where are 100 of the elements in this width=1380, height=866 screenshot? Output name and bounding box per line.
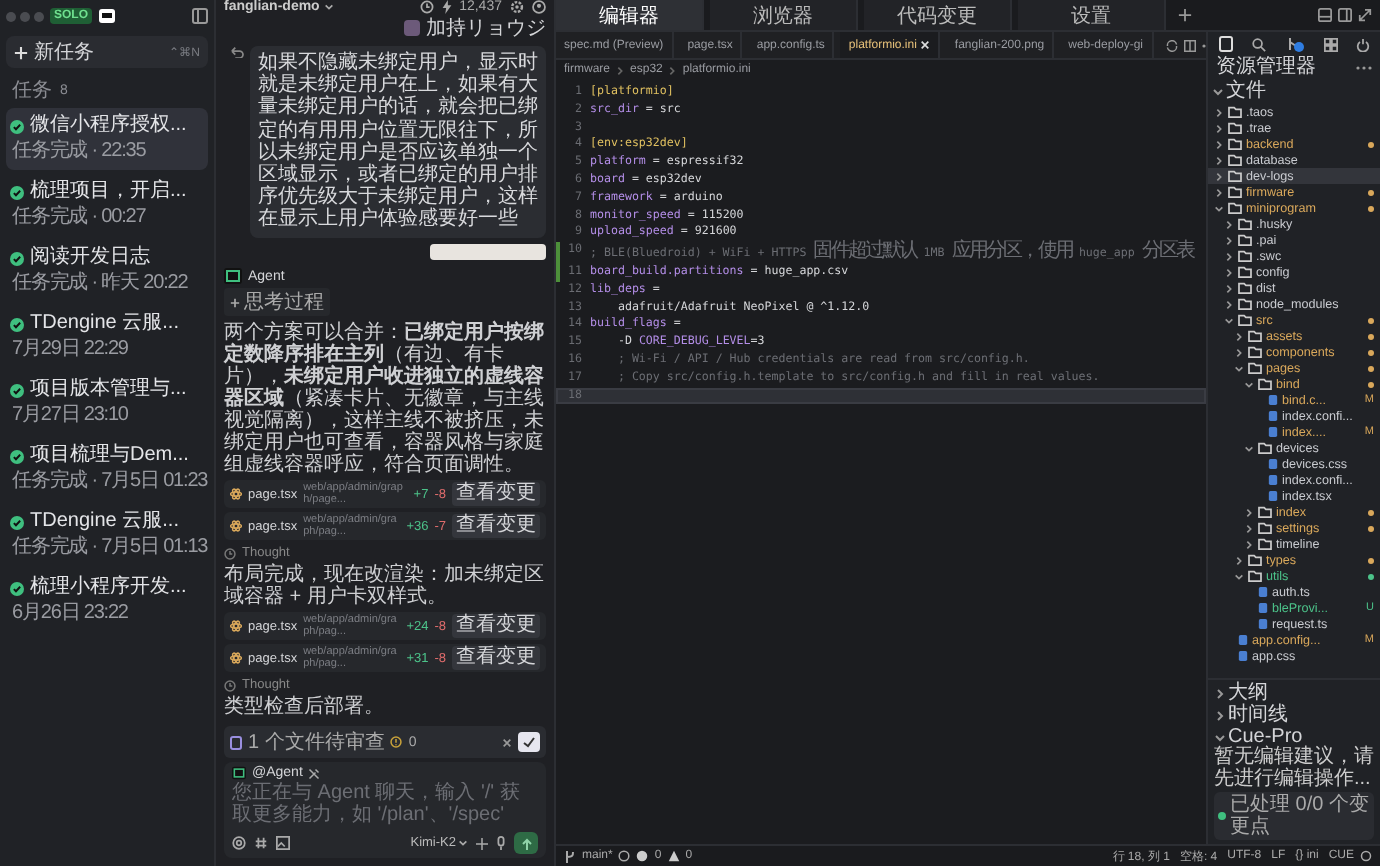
user-message: 如果不隐藏未绑定用户，显示时就是未绑定用户在上，如果有大量未绑定用户的话，就会把已绑定的有用用户位置无限往下，所以未绑定用户是否应该单独一个区域显示，或者已绑定的用户排序优先级大于未绑定用户，这样在显示上用户体验感要好一些 bbox=[250, 46, 546, 238]
check-circle-icon bbox=[10, 251, 24, 265]
folder-icon bbox=[1258, 442, 1272, 454]
notification-icon[interactable] bbox=[1360, 850, 1372, 862]
hash-icon[interactable] bbox=[254, 836, 268, 850]
agent-message: 类型检查后部署。 bbox=[224, 696, 386, 718]
extensions-icon[interactable] bbox=[1323, 37, 1338, 51]
panel-section-header[interactable]: 时间线 bbox=[1228, 704, 1288, 726]
panel-section-header[interactable]: Cue-Pro bbox=[1228, 726, 1303, 748]
task-title: 项目梳理与Dem... bbox=[30, 444, 189, 468]
pending-files-text: 1 个文件待审查 bbox=[248, 729, 385, 756]
task-item[interactable]: TDengine 云服... 任务完成 · 7月5日 01:13 bbox=[6, 504, 208, 566]
react-file-icon bbox=[230, 620, 242, 632]
user-circle-icon[interactable] bbox=[532, 0, 546, 15]
view-changes-button[interactable]: 查看变更 bbox=[452, 482, 540, 506]
thinking-toggle[interactable]: 思考过程 bbox=[224, 288, 330, 316]
task-subtitle: 7月27日 23:10 bbox=[10, 404, 130, 428]
split-icon[interactable] bbox=[1183, 39, 1195, 51]
user-name: 加持リョウジ bbox=[426, 15, 546, 43]
check-circle-icon bbox=[10, 317, 24, 331]
file-icon bbox=[230, 735, 242, 749]
task-title: 梳理项目，开启... bbox=[30, 180, 187, 204]
power-icon[interactable] bbox=[1356, 37, 1371, 51]
agent-message: 布局完成，现在改渲染：加未绑定区域容器 + 用户卡双样式。 bbox=[224, 564, 546, 608]
minimize-dot[interactable] bbox=[20, 11, 30, 21]
history-icon[interactable] bbox=[419, 0, 434, 15]
close-dot[interactable] bbox=[6, 11, 16, 21]
explorer-title: 资源管理器 bbox=[1216, 56, 1316, 79]
task-subtitle: 任务完成 · 昨天 20:22 bbox=[10, 272, 190, 296]
task-subtitle: 任务完成 · 22:35 bbox=[10, 140, 148, 164]
sidebar-toggle-icon[interactable] bbox=[192, 8, 208, 24]
view-changes-button[interactable]: 查看变更 bbox=[452, 646, 540, 670]
react-file-icon bbox=[230, 520, 242, 532]
top-tab[interactable]: 代码变更 bbox=[864, 0, 1012, 30]
task-title: TDengine 云服... bbox=[30, 312, 179, 336]
at-sign-icon[interactable] bbox=[232, 836, 246, 850]
view-changes-button[interactable]: 查看变更 bbox=[452, 514, 540, 538]
plus-icon[interactable] bbox=[1178, 8, 1192, 22]
task-title: 微信小程序授权... bbox=[30, 114, 187, 138]
warning-icon bbox=[667, 850, 680, 862]
agent-icon bbox=[224, 268, 242, 284]
check-circle-icon bbox=[10, 581, 24, 595]
task-title: TDengine 云服... bbox=[30, 510, 179, 534]
task-item[interactable]: 阅读开发日志 任务完成 · 昨天 20:22 bbox=[6, 240, 208, 302]
expand-icon[interactable] bbox=[1358, 8, 1372, 22]
plus-icon bbox=[230, 297, 240, 307]
search-icon[interactable] bbox=[1252, 37, 1267, 51]
task-item[interactable]: 微信小程序授权... 任务完成 · 22:35 bbox=[6, 108, 208, 170]
accept-icon[interactable] bbox=[518, 732, 540, 752]
refresh-icon[interactable] bbox=[1165, 39, 1177, 51]
microphone-icon[interactable] bbox=[496, 836, 506, 850]
agent-icon bbox=[232, 766, 246, 780]
error-icon bbox=[636, 850, 649, 862]
react-file-icon bbox=[230, 652, 242, 664]
task-item[interactable]: TDengine 云服... 7月29日 22:29 bbox=[6, 306, 208, 368]
screenshot-thumbnail[interactable] bbox=[430, 243, 546, 260]
check-circle-icon bbox=[10, 185, 24, 199]
panel-icon[interactable] bbox=[1318, 8, 1332, 22]
check-circle-icon bbox=[10, 383, 24, 397]
send-button[interactable] bbox=[514, 832, 538, 854]
sync-icon[interactable] bbox=[618, 850, 631, 862]
react-file-icon bbox=[230, 488, 242, 500]
branch-icon[interactable] bbox=[564, 849, 576, 863]
warning-circle-icon bbox=[390, 736, 403, 748]
task-title: 阅读开发日志 bbox=[30, 246, 150, 270]
cue-status-text: 已处理 0/0 个变更点 bbox=[1230, 794, 1370, 838]
view-changes-button[interactable]: 查看变更 bbox=[452, 614, 540, 638]
files-icon[interactable] bbox=[1217, 36, 1234, 52]
top-tab[interactable]: 设置 bbox=[1018, 0, 1166, 30]
chat-icon[interactable] bbox=[98, 8, 117, 24]
message-input[interactable]: 您正在与 Agent 聊天，输入 '/' 获取更多能力，如 '/plan'、'/spec' bbox=[232, 782, 538, 830]
chevron-down-icon bbox=[458, 838, 468, 848]
chevron-right-icon bbox=[616, 65, 625, 75]
plus-icon bbox=[14, 45, 28, 59]
task-subtitle: 任务完成 · 00:27 bbox=[10, 206, 148, 230]
clock-icon bbox=[224, 547, 236, 559]
task-item[interactable]: 梳理项目，开启... 任务完成 · 00:27 bbox=[6, 174, 208, 236]
clock-icon bbox=[224, 679, 236, 691]
task-item[interactable]: 项目梳理与Dem... 任务完成 · 7月5日 01:23 bbox=[6, 438, 208, 500]
task-subtitle: 任务完成 · 7月5日 01:13 bbox=[10, 536, 204, 560]
arrow-up-icon bbox=[521, 837, 531, 849]
task-item[interactable]: 项目版本管理与... 7月27日 23:10 bbox=[6, 372, 208, 434]
check-circle-icon bbox=[10, 515, 24, 529]
task-subtitle: 任务完成 · 7月5日 01:23 bbox=[10, 470, 204, 494]
top-tab[interactable]: 编辑器 bbox=[556, 0, 704, 30]
image-icon[interactable] bbox=[276, 836, 290, 850]
check-circle-icon bbox=[10, 449, 24, 463]
panel-section-header[interactable]: 大纲 bbox=[1228, 682, 1268, 704]
chevron-right-icon bbox=[668, 65, 677, 75]
top-tab[interactable]: 浏览器 bbox=[710, 0, 858, 30]
undo-icon[interactable] bbox=[230, 46, 244, 59]
source-control-icon[interactable] bbox=[1285, 36, 1304, 52]
zoom-dot[interactable] bbox=[34, 11, 44, 21]
files-section-header[interactable]: 文件 bbox=[1226, 80, 1266, 104]
task-title: 梳理小程序开发... bbox=[30, 576, 187, 600]
task-subtitle: 7月29日 22:29 bbox=[10, 338, 130, 362]
split-icon[interactable] bbox=[1338, 8, 1352, 22]
settings-icon[interactable] bbox=[510, 0, 524, 15]
task-title: 项目版本管理与... bbox=[30, 378, 187, 402]
task-item[interactable]: 梳理小程序开发... 6月26日 23:22 bbox=[6, 570, 208, 632]
